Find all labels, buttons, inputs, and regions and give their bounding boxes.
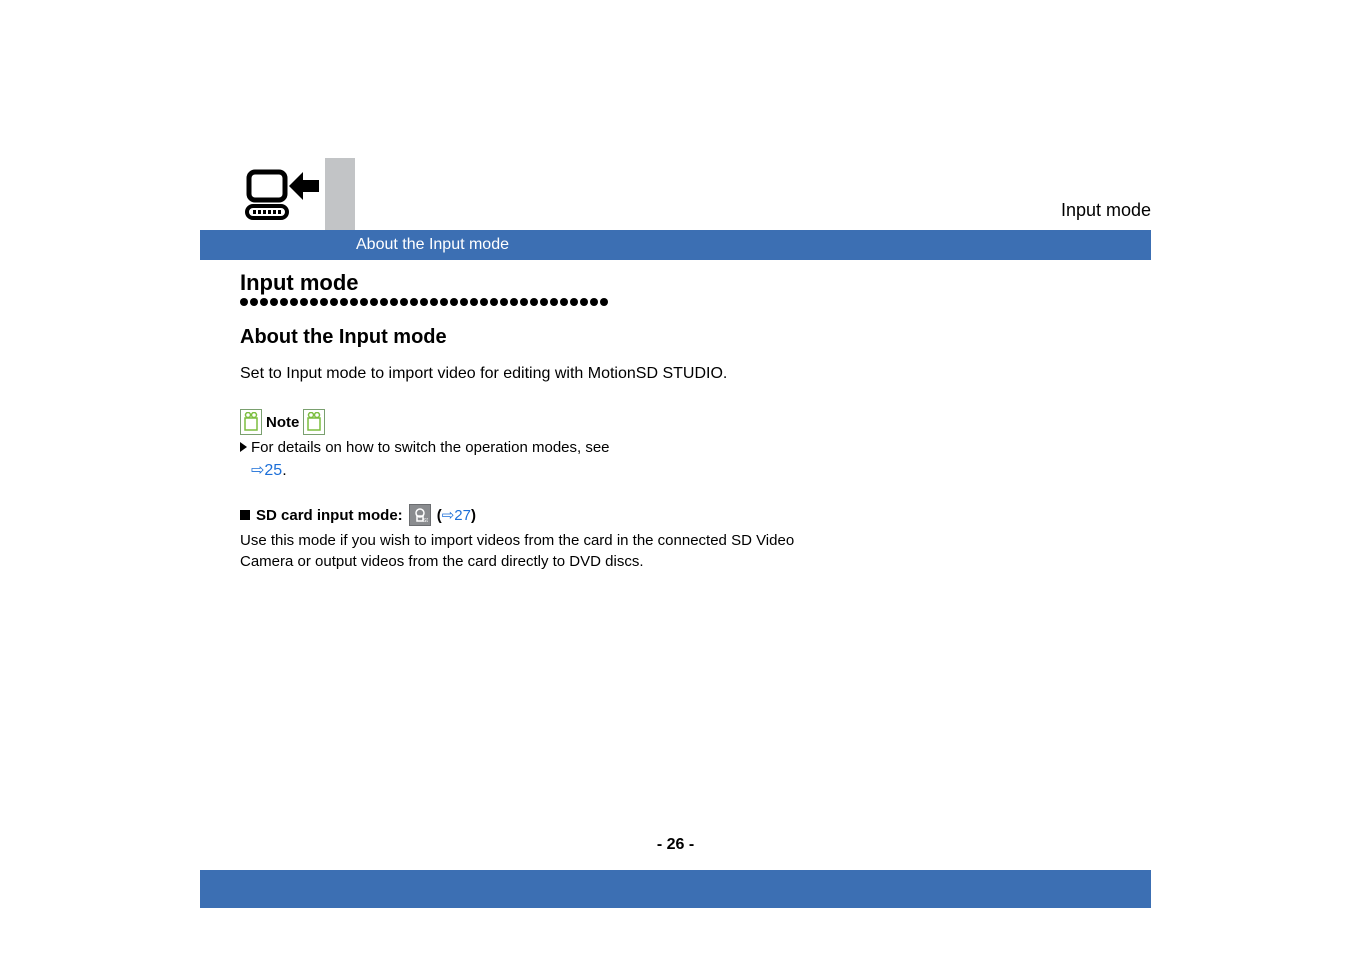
section-title: Input mode: [240, 270, 800, 296]
content-area: Input mode About the Input mode Set to I…: [240, 270, 800, 572]
sd-heading-row: SD card input mode: SD (⇨27): [240, 504, 800, 526]
note-detail-body: For details on how to switch the operati…: [251, 439, 610, 456]
clip-note-icon: [303, 409, 325, 435]
page-root: Input mode About the Input mode Input mo…: [0, 0, 1351, 954]
note-detail-text: For details on how to switch the operati…: [251, 437, 610, 458]
header-right-label: Input mode: [1061, 200, 1151, 221]
sd-link-group: (⇨27): [437, 506, 476, 524]
header-bar-text: About the Input mode: [356, 236, 509, 254]
sub-title: About the Input mode: [240, 326, 800, 349]
square-bullet-icon: [240, 510, 250, 520]
footer-blue-bar: [200, 870, 1151, 908]
gray-divider-block: [325, 158, 355, 230]
triangle-bullet-icon: [240, 442, 247, 452]
page-25-link[interactable]: ⇨25: [251, 462, 282, 479]
note-row: Note: [240, 409, 800, 435]
note-link-row: ⇨25.: [251, 460, 800, 480]
header-region: Input mode About the Input mode: [0, 0, 1351, 260]
page-number: - 26 -: [0, 836, 1351, 854]
sd-body-text: Use this mode if you wish to import vide…: [240, 530, 800, 572]
note-label: Note: [266, 414, 299, 431]
sd-heading-text: SD card input mode:: [256, 507, 403, 524]
page-27-link[interactable]: ⇨27: [442, 507, 471, 524]
header-blue-bar: About the Input mode: [200, 230, 1151, 260]
svg-text:SD: SD: [423, 518, 428, 523]
intro-paragraph: Set to Input mode to import video for ed…: [240, 363, 800, 385]
paren-close: ): [471, 507, 476, 524]
note-period: .: [282, 462, 286, 479]
decorative-dot-row: [240, 298, 800, 308]
clip-note-icon: [240, 409, 262, 435]
note-detail-row: For details on how to switch the operati…: [240, 437, 800, 458]
monitor-transfer-icon: [238, 165, 328, 225]
sd-card-icon: SD: [409, 504, 431, 526]
